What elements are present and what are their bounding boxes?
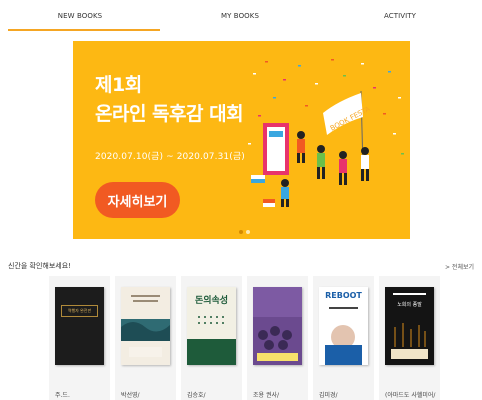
details-button[interactable]: 자세히보기 [95, 182, 180, 218]
book-card[interactable]: 박선영/ [115, 276, 176, 400]
book-cover: 돈의속성 [187, 287, 236, 365]
event-banner[interactable]: 제1회 온라인 독후감 대회 2020.07.10(금) ~ 2020.07.3… [73, 41, 410, 239]
book-card[interactable]: 역행자 완전판 주.드. [49, 276, 110, 400]
book-cover-art [391, 293, 428, 359]
book-card[interactable]: 조용 권사/ [247, 276, 308, 400]
book-card[interactable]: 돈의속성 김승호/ [181, 276, 242, 400]
book-cover-art [253, 287, 302, 361]
book-author: 김미경/ [319, 392, 338, 399]
book-cover-art [325, 307, 362, 365]
tab-new-books[interactable]: NEW BOOKS [0, 0, 160, 32]
view-all-link[interactable]: > 전체보기 [445, 262, 474, 271]
book-author: (아마드도 사헬미어/ [385, 392, 436, 399]
book-cover-title: 노희의 종말 [397, 302, 422, 308]
banner-title-line1: 제1회 [95, 74, 142, 96]
book-cover-art [121, 295, 170, 357]
carousel-dots [239, 230, 250, 234]
people [281, 131, 369, 207]
carousel-dot-2[interactable] [246, 230, 250, 234]
tab-my-books[interactable]: MY BOOKS [160, 0, 320, 32]
section-title: 신간을 확인해보세요! [8, 262, 71, 270]
book-cover-art [187, 316, 236, 365]
book-list: 역행자 완전판 주.드. 박선영/ 돈의속성 김승호/ 조용 권사/ REBOO… [49, 276, 440, 400]
book-cover: 노희의 종말 [385, 287, 434, 365]
book-card[interactable]: REBOOT 김미경/ [313, 276, 374, 400]
banner-title-line2: 온라인 독후감 대회 [95, 103, 244, 125]
banner-illustration: BOOK FESTA [248, 59, 404, 207]
book-cover: 역행자 완전판 [55, 287, 104, 365]
book-author: 김승호/ [187, 392, 206, 399]
carousel-dot-1[interactable] [239, 230, 243, 234]
book-author: 조용 권사/ [253, 392, 280, 399]
book-author: 박선영/ [121, 392, 140, 399]
book-cover [121, 287, 170, 365]
book-cover [253, 287, 302, 365]
banner-title: 제1회 온라인 독후감 대회 [95, 71, 244, 129]
banner-period: 2020.07.10(금) ~ 2020.07.31(금) [95, 152, 245, 162]
tab-bar: NEW BOOKS MY BOOKS ACTIVITY [0, 0, 482, 32]
tab-activity[interactable]: ACTIVITY [320, 0, 480, 32]
active-tab-indicator [8, 29, 160, 31]
book-cover-title: 역행자 완전판 [61, 305, 98, 317]
book-author: 주.드. [55, 392, 70, 399]
book-card[interactable]: 노희의 종말 (아마드도 사헬미어/ [379, 276, 440, 400]
book-cover: REBOOT [319, 287, 368, 365]
